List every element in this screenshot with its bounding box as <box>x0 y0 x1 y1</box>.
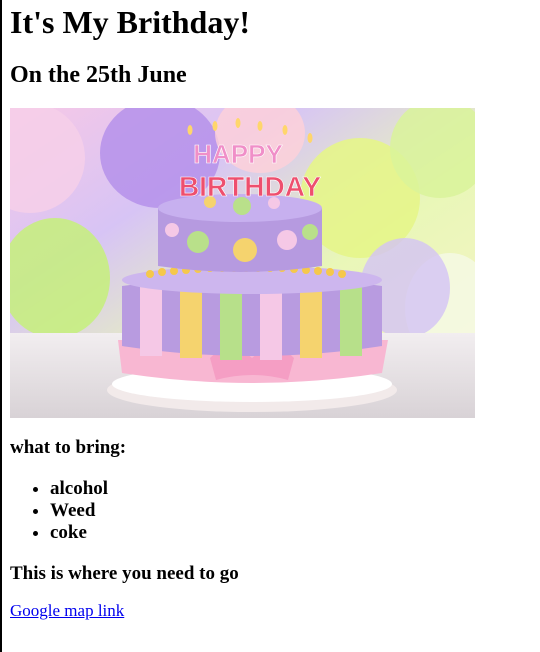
what-to-bring-heading: what to bring: <box>10 437 127 458</box>
birthday-cake-image: HAPPY BIRTHDAY <box>10 108 475 418</box>
list-item: Weed <box>50 500 108 522</box>
party-date-heading: On the 25th June <box>10 62 187 88</box>
page-title: It's My Brithday! <box>10 4 250 40</box>
candle-text-happy: HAPPY <box>193 139 283 169</box>
page-left-border <box>0 0 2 652</box>
google-map-link[interactable]: Google map link <box>10 600 124 622</box>
bring-list: alcohol Weed coke <box>10 478 108 544</box>
list-item: alcohol <box>50 478 108 500</box>
candle-text-birthday: BIRTHDAY <box>179 171 321 202</box>
list-item: coke <box>50 522 108 544</box>
location-heading: This is where you need to go <box>10 563 239 584</box>
